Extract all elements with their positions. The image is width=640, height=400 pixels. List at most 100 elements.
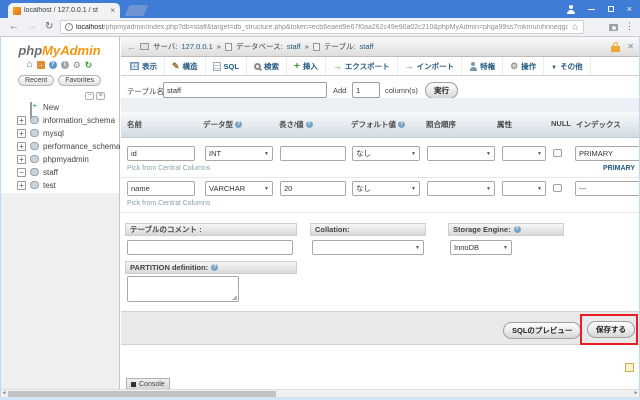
row1-length-input[interactable]: [280, 146, 346, 161]
privileges-icon: [469, 62, 477, 71]
sidebar-item-label: performance_schema: [43, 142, 120, 151]
browser-tab[interactable]: localhost / 127.0.0.1 / st ×: [8, 3, 120, 18]
sidebar-item-performance_schema[interactable]: + performance_schema: [0, 140, 119, 153]
close-icon[interactable]: ×: [627, 5, 632, 14]
help-icon[interactable]: ?: [211, 264, 218, 271]
page-settings-icon[interactable]: [625, 363, 634, 372]
table-name-input[interactable]: [163, 82, 327, 98]
sidebar-item-New[interactable]: New: [0, 101, 119, 114]
row2-index-select[interactable]: ---▼: [575, 181, 640, 196]
back-icon[interactable]: ←: [9, 21, 19, 33]
database-icon: [30, 116, 39, 124]
row1-default-select[interactable]: なし▼: [352, 146, 420, 161]
tab-privileges[interactable]: 特権: [462, 57, 503, 75]
chevron-down-icon: ▼: [411, 151, 416, 157]
expand-icon[interactable]: +: [17, 181, 26, 190]
sql-preview-button[interactable]: SQLのプレビュー: [503, 322, 581, 339]
row1-type-select[interactable]: INT▼: [205, 146, 273, 161]
row1-attributes-select[interactable]: ▼: [502, 146, 546, 161]
storage-engine-select[interactable]: InnoDB▼: [450, 240, 512, 255]
tab-structure[interactable]: 構造: [165, 57, 206, 75]
logout-icon[interactable]: →: [37, 61, 45, 69]
console-icon: [131, 382, 136, 387]
row1-index-select[interactable]: PRIMARY▼: [575, 146, 640, 161]
sidebar-item-phpmyadmin[interactable]: +phpmyadmin: [0, 153, 119, 166]
sidebar-item-staff[interactable]: −staff: [0, 166, 119, 179]
expand-icon[interactable]: +: [17, 142, 26, 151]
console-tab[interactable]: Console: [126, 378, 170, 389]
index-primary-link[interactable]: PRIMARY: [575, 165, 635, 172]
row2-collation-select[interactable]: ▼: [427, 181, 495, 196]
tab-browse[interactable]: 表示: [123, 57, 165, 75]
pma-docs-icon[interactable]: ?: [49, 61, 57, 69]
address-bar[interactable]: i localhost/phpmyadmin/index.php?db=staf…: [60, 20, 584, 34]
breadcrumb-back-icon[interactable]: ←: [127, 42, 136, 52]
tab-insert[interactable]: 挿入: [287, 57, 326, 75]
unlink-panel-icon[interactable]: ≡: [96, 92, 105, 100]
help-icon[interactable]: ?: [306, 121, 313, 128]
row1-null_checked-checkbox[interactable]: [553, 149, 562, 157]
tab-close-icon[interactable]: ×: [110, 6, 115, 15]
pma-logo[interactable]: phpMyAdmin: [0, 43, 119, 58]
recent-button[interactable]: Recent: [18, 75, 54, 86]
expand-icon[interactable]: +: [17, 155, 26, 164]
tab-browse-label: 表示: [142, 61, 157, 72]
help-icon[interactable]: ?: [235, 121, 242, 128]
table-comment-input[interactable]: [127, 240, 293, 255]
chevron-down-icon: ▼: [415, 245, 420, 251]
row2-attributes-select[interactable]: ▼: [502, 181, 546, 196]
tab-operations[interactable]: 操作: [503, 57, 544, 75]
row2-default-select[interactable]: なし▼: [352, 181, 420, 196]
tab-import[interactable]: インポート: [398, 57, 463, 75]
panel-close-icon[interactable]: ✕: [627, 42, 634, 51]
browser-menu-icon[interactable]: ⋮: [625, 21, 634, 32]
help-icon[interactable]: ?: [398, 121, 405, 128]
row2-name-input[interactable]: [127, 181, 195, 196]
partition-textarea[interactable]: [127, 276, 239, 302]
row2-type-select[interactable]: VARCHAR▼: [205, 181, 273, 196]
bookmark-star-icon[interactable]: ☆: [571, 22, 579, 33]
column-header-2: データ型?: [203, 119, 242, 130]
expand-icon[interactable]: +: [17, 129, 26, 138]
home-icon[interactable]: ⌂: [27, 61, 33, 69]
tab-more[interactable]: その他: [544, 57, 590, 75]
breadcrumb-server-link[interactable]: 127.0.0.1: [182, 42, 213, 51]
maximize-icon[interactable]: [608, 6, 614, 12]
row1-name-input[interactable]: [127, 146, 195, 161]
scroll-left-icon[interactable]: ◄: [0, 390, 8, 397]
expand-icon[interactable]: +: [17, 116, 26, 125]
settings-gear-icon[interactable]: ⚙: [73, 61, 81, 69]
new-tab-button[interactable]: [124, 5, 148, 16]
save-button[interactable]: 保存する: [587, 321, 635, 338]
extension-camera-icon[interactable]: [609, 24, 618, 31]
central-columns-link[interactable]: Pick from Central Columns: [127, 165, 210, 172]
breadcrumb-table-link[interactable]: staff: [360, 42, 374, 51]
reload-icon[interactable]: ↻: [45, 21, 53, 33]
mysql-docs-icon[interactable]: i: [61, 61, 69, 69]
tab-search[interactable]: 検索: [247, 57, 287, 75]
profile-icon[interactable]: [567, 10, 575, 14]
collapse-icon[interactable]: −: [17, 168, 26, 177]
tab-sql[interactable]: SQL: [206, 57, 247, 75]
central-columns-link[interactable]: Pick from Central Columns: [127, 200, 210, 207]
row2-null_checked-checkbox[interactable]: [553, 184, 562, 192]
help-icon[interactable]: ?: [514, 226, 521, 233]
collapse-all-icon[interactable]: −: [85, 92, 94, 100]
window-controls: ×: [567, 0, 632, 18]
tab-export[interactable]: エクスポート: [326, 57, 398, 75]
horizontal-scrollbar[interactable]: ◄ ►: [0, 389, 640, 397]
collation-select[interactable]: ▼: [312, 240, 424, 255]
sidebar-item-mysql[interactable]: +mysql: [0, 127, 119, 140]
add-columns-input[interactable]: [352, 82, 380, 98]
go-button[interactable]: 実行: [425, 82, 458, 99]
breadcrumb-db-link[interactable]: staff: [287, 42, 301, 51]
row2-length-input[interactable]: [280, 181, 346, 196]
favorites-button[interactable]: Favorites: [58, 75, 101, 86]
row1-collation-select[interactable]: ▼: [427, 146, 495, 161]
sidebar-item-information_schema[interactable]: +information_schema: [0, 114, 119, 127]
page-info-icon[interactable]: i: [65, 23, 73, 31]
sidebar-item-test[interactable]: +test: [0, 179, 119, 192]
minimize-icon[interactable]: [588, 9, 595, 10]
reload-nav-icon[interactable]: ↻: [85, 61, 93, 69]
forward-icon[interactable]: →: [27, 21, 37, 33]
